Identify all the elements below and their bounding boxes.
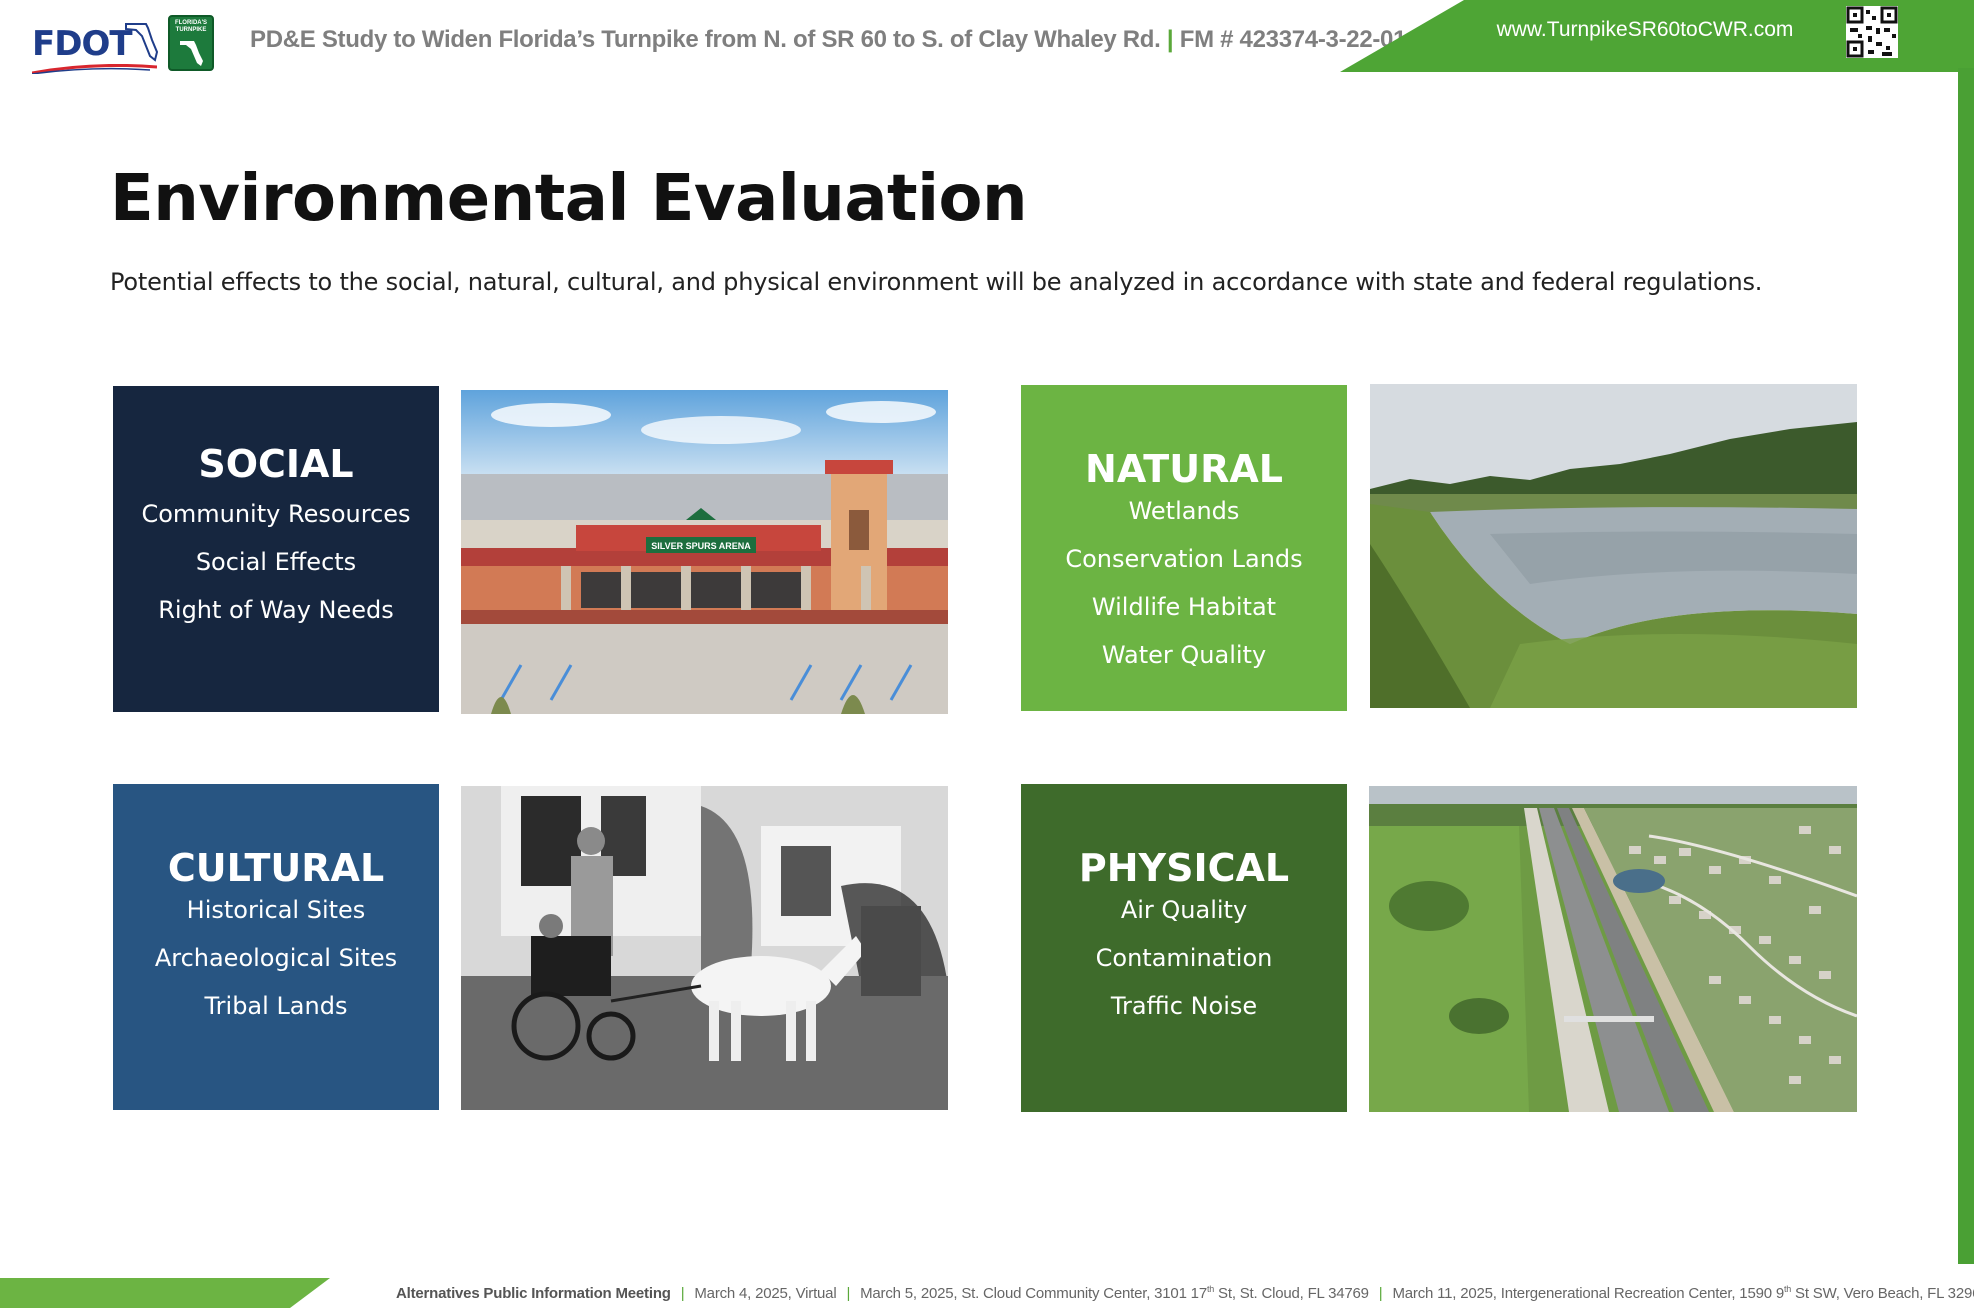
turnpike-logo: FLORIDA'S TURNPIKE [168,15,214,71]
social-card: SOCIAL Community Resources Social Effect… [113,386,439,712]
natural-item: Water Quality [1101,641,1267,669]
fdot-logo: FDOT [32,18,160,74]
physical-photo-aerial [1369,786,1857,1112]
arena-sign: SILVER SPURS ARENA [651,541,751,551]
florida-shape-icon [180,41,203,66]
social-item: Social Effects [195,548,357,576]
cultural-item: Tribal Lands [204,992,348,1020]
category-title-natural: NATURAL [1085,447,1283,491]
physical-item: Air Quality [1120,896,1248,924]
qr-code-icon[interactable] [1846,6,1898,58]
footer-meeting-info: Alternatives Public Information Meeting … [396,1284,1974,1302]
footer-green-band [0,1278,330,1308]
footer-session-2-tail: St, St. Cloud, FL 34769 [1214,1285,1369,1302]
footer-session-3: March 11, 2025, Intergenerational Recrea… [1392,1284,1974,1302]
footer-session-1: March 4, 2025, Virtual [694,1285,837,1302]
page-subtitle: Potential effects to the social, natural… [110,268,1763,296]
page-title: Environmental Evaluation [110,162,1028,236]
header-study-title: PD&E Study to Widen Florida’s Turnpike f… [250,26,1406,54]
natural-item: Conservation Lands [1065,545,1303,573]
footer-meeting-name: Alternatives Public Information Meeting [396,1285,671,1302]
category-title-physical: PHYSICAL [1078,846,1290,890]
category-title-cultural: CULTURAL [167,846,385,890]
natural-photo-wetland [1370,384,1857,708]
study-title-text: PD&E Study to Widen Florida’s Turnpike f… [250,26,1161,53]
footer-session-2-sup: th [1206,1284,1215,1294]
cultural-photo-historic [461,786,948,1110]
natural-card: NATURAL Wetlands Conservation Lands Wild… [1021,385,1347,711]
natural-item: Wetlands [1128,497,1240,525]
cultural-item: Historical Sites [186,896,366,924]
cultural-card: CULTURAL Historical Sites Archaeological… [113,784,439,1110]
social-photo-arena: SILVER SPURS ARENA [461,390,948,714]
physical-item: Traffic Noise [1110,992,1258,1020]
footer-session-3-tail: St SW, Vero Beach, FL 32962 [1791,1285,1974,1302]
social-item: Community Resources [141,500,411,528]
footer-session-2: March 5, 2025, St. Cloud Community Cente… [860,1284,1369,1302]
header-separator: | [1166,26,1174,53]
physical-card: PHYSICAL Air Quality Contamination Traff… [1021,784,1347,1112]
footer-separator: | [680,1285,685,1302]
category-title-social: SOCIAL [198,442,354,486]
footer-session-2-text: March 5, 2025, St. Cloud Community Cente… [860,1285,1207,1302]
footer-separator: | [846,1285,851,1302]
footer-session-3-text: March 11, 2025, Intergenerational Recrea… [1392,1285,1784,1302]
turnpike-logo-text: FLORIDA'S TURNPIKE [174,20,208,33]
footer-separator: | [1378,1285,1383,1302]
physical-item: Contamination [1095,944,1273,972]
social-item: Right of Way Needs [158,596,394,624]
natural-item: Wildlife Habitat [1091,593,1277,621]
fdot-swoosh-icon [32,64,157,74]
website-link[interactable]: www.TurnpikeSR60toCWR.com [1480,18,1810,42]
right-green-bar [1958,68,1974,1264]
fdot-logo-text: FDOT [32,24,133,64]
florida-outline-icon [125,23,159,62]
cultural-item: Archaeological Sites [154,944,398,972]
